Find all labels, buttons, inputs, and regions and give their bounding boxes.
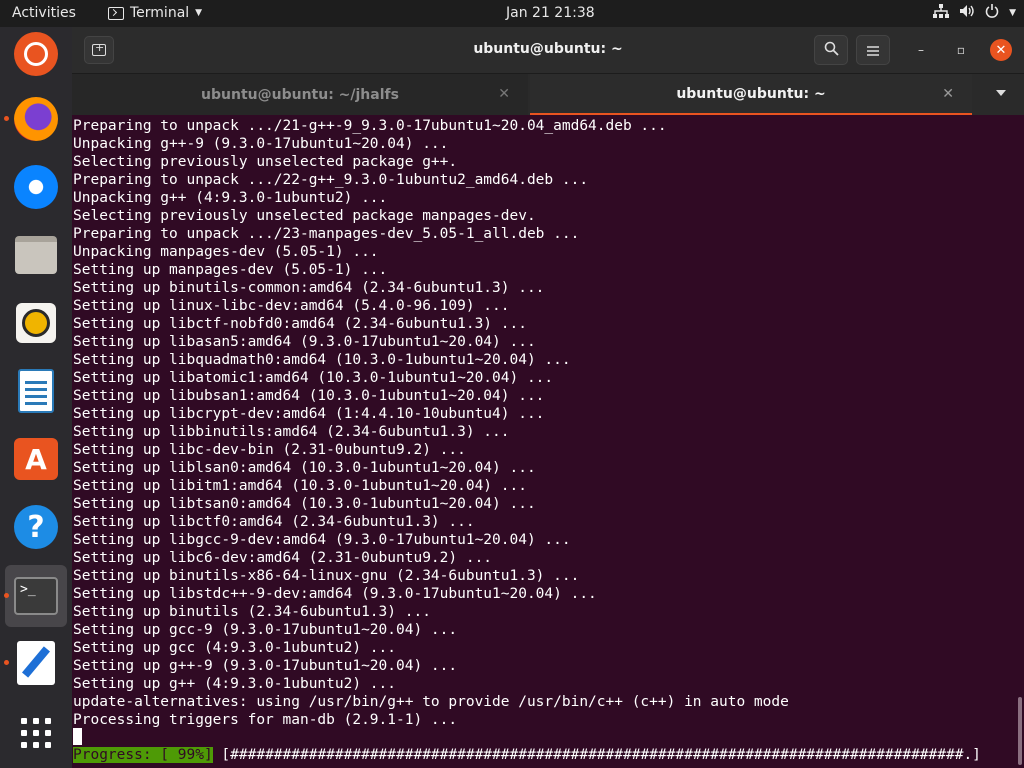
dock-item-thunderbird[interactable] bbox=[13, 164, 59, 210]
progress-bar: [#######################################… bbox=[212, 747, 981, 763]
search-button[interactable] bbox=[814, 35, 848, 65]
terminal-icon: >_ bbox=[14, 577, 58, 615]
hamburger-icon bbox=[867, 41, 879, 60]
terminal-line: Setting up libctf-nobfd0:amd64 (2.34-6ub… bbox=[73, 316, 527, 332]
minimize-icon: – bbox=[918, 43, 924, 57]
terminal-line: Setting up libcrypt-dev:amd64 (1:4.4.10-… bbox=[73, 406, 545, 422]
close-icon: ✕ bbox=[995, 42, 1007, 58]
close-button[interactable]: ✕ bbox=[990, 39, 1012, 61]
terminal-line: Setting up libquadmath0:amd64 (10.3.0-1u… bbox=[73, 352, 571, 368]
tab-label: ubuntu@ubuntu: ~ bbox=[676, 85, 826, 102]
dock-item-software[interactable]: A bbox=[13, 436, 59, 482]
minimize-button[interactable]: – bbox=[910, 39, 932, 61]
terminal-line: Setting up manpages-dev (5.05-1) ... bbox=[73, 262, 388, 278]
terminal-line: Processing triggers for man-db (2.9.1-1)… bbox=[73, 712, 458, 728]
dock: A ? >_ bbox=[0, 27, 72, 768]
terminal-line: Unpacking g++ (4:9.3.0-1ubuntu2) ... bbox=[73, 190, 388, 206]
terminal-line: Preparing to unpack .../23-manpages-dev_… bbox=[73, 226, 580, 242]
chevron-down-icon: ▼ bbox=[195, 8, 203, 18]
text-editor-icon bbox=[17, 641, 55, 685]
terminal-line: Selecting previously unselected package … bbox=[73, 208, 536, 224]
dock-item-files[interactable] bbox=[13, 232, 59, 278]
terminal-line: Setting up libctf0:amd64 (2.34-6ubuntu1.… bbox=[73, 514, 475, 530]
terminal-line: Setting up binutils-x86-64-linux-gnu (2.… bbox=[73, 568, 580, 584]
tab-bar: ubuntu@ubuntu: ~/jhalfs ✕ ubuntu@ubuntu:… bbox=[72, 73, 1024, 116]
maximize-button[interactable]: ▫ bbox=[950, 39, 972, 61]
app-store-icon: A bbox=[14, 438, 58, 480]
running-indicator bbox=[4, 660, 9, 665]
terminal-line: Setting up binutils-common:amd64 (2.34-6… bbox=[73, 280, 545, 296]
terminal-line: Setting up libc6-dev:amd64 (2.31-0ubuntu… bbox=[73, 550, 493, 566]
volume-icon bbox=[959, 4, 975, 22]
firefox-icon bbox=[14, 97, 58, 141]
terminal-line: Setting up liblsan0:amd64 (10.3.0-1ubunt… bbox=[73, 460, 536, 476]
maximize-icon: ▫ bbox=[956, 43, 966, 57]
dock-item-ubuntu-installer[interactable] bbox=[13, 31, 59, 77]
close-icon[interactable]: ✕ bbox=[498, 86, 510, 102]
terminal-line: Setting up gcc-9 (9.3.0-17ubuntu1~20.04)… bbox=[73, 622, 458, 638]
terminal-line: Setting up libasan5:amd64 (9.3.0-17ubunt… bbox=[73, 334, 536, 350]
terminal-line: Selecting previously unselected package … bbox=[73, 154, 458, 170]
terminal-line: Preparing to unpack .../22-g++_9.3.0-1ub… bbox=[73, 172, 589, 188]
terminal-lines: Preparing to unpack .../21-g++-9_9.3.0-1… bbox=[73, 117, 789, 729]
progress-label: Progress: [ 99%] bbox=[73, 747, 213, 763]
tab-home[interactable]: ubuntu@ubuntu: ~ ✕ bbox=[530, 74, 972, 116]
files-icon bbox=[15, 236, 57, 274]
terminal-line: Setting up libbinutils:amd64 (2.34-6ubun… bbox=[73, 424, 510, 440]
terminal-line: Unpacking g++-9 (9.3.0-17ubuntu1~20.04) … bbox=[73, 136, 449, 152]
terminal-line: Setting up libitm1:amd64 (10.3.0-1ubuntu… bbox=[73, 478, 527, 494]
close-icon[interactable]: ✕ bbox=[942, 86, 954, 102]
dock-item-firefox[interactable] bbox=[4, 96, 59, 142]
terminal-line: Setting up libgcc-9-dev:amd64 (9.3.0-17u… bbox=[73, 532, 571, 548]
running-indicator bbox=[4, 593, 9, 598]
app-menu[interactable]: Terminal ▼ bbox=[108, 5, 202, 21]
dock-item-terminal[interactable]: >_ bbox=[4, 565, 67, 627]
terminal-line: Setting up gcc (4:9.3.0-1ubuntu2) ... bbox=[73, 640, 397, 656]
terminal-window: ubuntu@ubuntu: ~ – ▫ ✕ ubuntu@ubuntu: ~/… bbox=[72, 27, 1024, 768]
network-icon bbox=[933, 4, 950, 22]
dock-item-help[interactable]: ? bbox=[13, 504, 59, 550]
menu-button[interactable] bbox=[856, 35, 890, 65]
terminal-line: Setting up g++-9 (9.3.0-17ubuntu1~20.04)… bbox=[73, 658, 458, 674]
writer-icon bbox=[18, 369, 54, 413]
text-cursor bbox=[73, 728, 82, 745]
dock-item-show-applications[interactable] bbox=[13, 710, 59, 756]
tab-label: ubuntu@ubuntu: ~/jhalfs bbox=[201, 87, 399, 103]
dock-item-text-editor[interactable] bbox=[4, 640, 59, 686]
system-menu[interactable]: ▼ bbox=[933, 4, 1016, 22]
running-indicator bbox=[4, 116, 9, 121]
header-bar: ubuntu@ubuntu: ~ – ▫ ✕ bbox=[72, 27, 1024, 73]
power-icon bbox=[985, 4, 999, 22]
terminal-line: Setting up binutils (2.34-6ubuntu1.3) ..… bbox=[73, 604, 431, 620]
terminal-line: Setting up libc-dev-bin (2.31-0ubuntu9.2… bbox=[73, 442, 466, 458]
chevron-down-icon: ▼ bbox=[1009, 8, 1016, 18]
activities-button[interactable]: Activities bbox=[12, 5, 76, 21]
top-bar: Activities Terminal ▼ Jan 21 21:38 ▼ bbox=[0, 0, 1024, 27]
dock-item-libreoffice-writer[interactable] bbox=[13, 368, 59, 414]
app-menu-label: Terminal bbox=[130, 5, 190, 21]
clock[interactable]: Jan 21 21:38 bbox=[506, 5, 595, 21]
ubuntu-icon bbox=[14, 32, 58, 76]
dock-item-rhythmbox[interactable] bbox=[13, 300, 59, 346]
terminal-line: update-alternatives: using /usr/bin/g++ … bbox=[73, 694, 789, 710]
terminal-line: Setting up libtsan0:amd64 (10.3.0-1ubunt… bbox=[73, 496, 536, 512]
scrollbar[interactable] bbox=[1018, 697, 1022, 765]
terminal-line: Setting up g++ (4:9.3.0-1ubuntu2) ... bbox=[73, 676, 397, 692]
progress-line: Progress: [ 99%] [######################… bbox=[73, 746, 981, 764]
thunderbird-icon bbox=[14, 165, 58, 209]
terminal-line: Setting up linux-libc-dev:amd64 (5.4.0-9… bbox=[73, 298, 510, 314]
terminal-output[interactable]: Preparing to unpack .../21-g++-9_9.3.0-1… bbox=[72, 115, 1024, 768]
terminal-icon bbox=[108, 6, 124, 20]
tab-list-chevron-icon[interactable] bbox=[996, 90, 1006, 96]
terminal-line: Unpacking manpages-dev (5.05-1) ... bbox=[73, 244, 379, 260]
help-icon: ? bbox=[14, 505, 58, 549]
terminal-line: Preparing to unpack .../21-g++-9_9.3.0-1… bbox=[73, 118, 667, 134]
terminal-line: Setting up libubsan1:amd64 (10.3.0-1ubun… bbox=[73, 388, 545, 404]
terminal-line: Setting up libstdc++-9-dev:amd64 (9.3.0-… bbox=[73, 586, 597, 602]
rhythmbox-icon bbox=[16, 303, 56, 343]
app-grid-icon bbox=[21, 718, 51, 748]
terminal-line: Setting up libatomic1:amd64 (10.3.0-1ubu… bbox=[73, 370, 554, 386]
search-icon bbox=[824, 41, 839, 60]
tab-jhalfs[interactable]: ubuntu@ubuntu: ~/jhalfs ✕ bbox=[72, 74, 528, 116]
